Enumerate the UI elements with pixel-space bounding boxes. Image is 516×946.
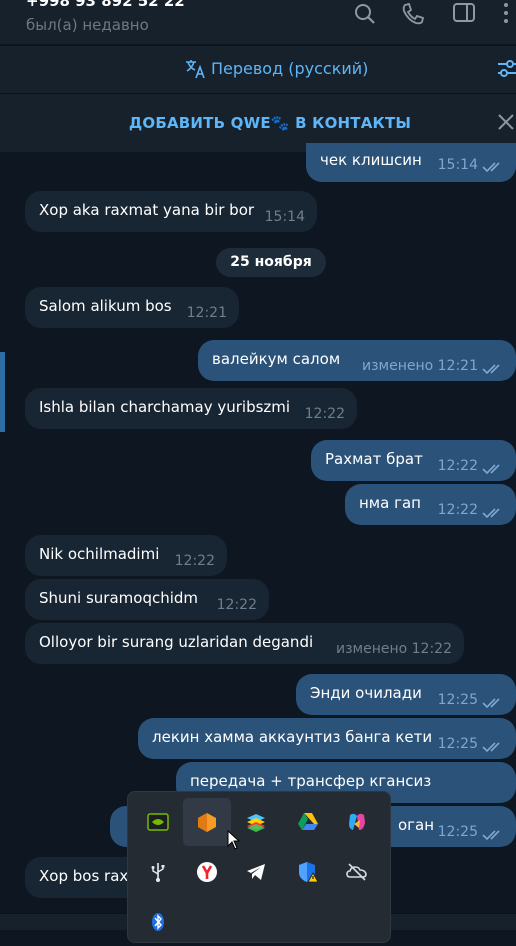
message-bubble[interactable]: Shuni suramoqchidm 12:22: [25, 579, 269, 620]
date-label: 25 ноября: [230, 254, 312, 270]
message-time: 15:14: [437, 157, 478, 173]
message-time: 15:14: [264, 209, 305, 225]
message-time: изменено 12:22: [336, 641, 452, 657]
google-drive-icon[interactable]: [284, 798, 332, 846]
double-check-icon: [482, 364, 500, 375]
telegram-icon[interactable]: [232, 848, 280, 896]
message-time: изменено 12:21: [362, 358, 478, 374]
message-text: лекин хамма аккаунтиз банга кети: [152, 728, 433, 746]
message-text: нма гап: [359, 494, 421, 512]
message-bubble[interactable]: Nik ochilmadimi 12:22: [25, 535, 227, 576]
message-text: Salom alikum bos: [39, 297, 172, 315]
translate-label: Перевод (русский): [211, 59, 369, 78]
filter-icon[interactable]: [496, 58, 516, 80]
message-bubble[interactable]: нма гап 12:22: [345, 484, 516, 525]
message-time: 12:22: [174, 553, 215, 569]
message-time: 12:21: [186, 305, 227, 321]
system-tray-flyout: [127, 791, 391, 943]
message-bubble[interactable]: Olloyor bir surang uzlaridan degandi изм…: [25, 623, 464, 664]
chat-header: +998 93 892 52 22 был(а) недавно: [0, 0, 516, 44]
double-check-icon: [482, 830, 500, 841]
message-time: 12:25: [437, 824, 478, 840]
message-text: Xop bos rax: [39, 867, 129, 885]
translate-icon: [186, 60, 205, 79]
double-check-icon: [482, 508, 500, 519]
copilot-icon[interactable]: [333, 798, 381, 846]
message-text: Энди очилади: [310, 684, 422, 702]
message-text: Рахмат брат: [325, 450, 423, 468]
contact-status: был(а) недавно: [26, 16, 149, 34]
usb-icon[interactable]: [134, 848, 182, 896]
contact-phone[interactable]: +998 93 892 52 22: [26, 0, 185, 10]
mouse-cursor-icon: [227, 830, 241, 850]
message-text: оган: [398, 816, 435, 834]
scrollbar[interactable]: [0, 352, 5, 432]
onedrive-offline-icon[interactable]: [333, 848, 381, 896]
message-text: Xop aka raxmat yana bir bor: [39, 201, 255, 219]
message-text: передача + трансфер кгансиз: [190, 772, 432, 790]
message-bubble[interactable]: Salom alikum bos 12:21: [25, 287, 239, 328]
close-icon[interactable]: [497, 113, 515, 131]
message-time: 12:25: [437, 692, 478, 708]
message-text: Ishla bilan charchamay yuribszmi: [39, 398, 291, 416]
message-time: 12:22: [216, 597, 257, 613]
nvidia-icon[interactable]: [134, 798, 182, 846]
message-text: Olloyor bir surang uzlaridan degandi: [39, 633, 314, 651]
message-bubble[interactable]: Xop aka raxmat yana bir bor 15:14: [25, 191, 317, 232]
message-time: 12:22: [304, 406, 345, 422]
message-time: 12:22: [437, 502, 478, 518]
message-text: чек клишсин: [320, 151, 422, 169]
phone-icon[interactable]: [398, 0, 428, 28]
double-check-icon: [482, 162, 500, 173]
bluetooth-icon[interactable]: [134, 898, 182, 946]
add-contact-button[interactable]: ДОБАВИТЬ QWE🐾 В КОНТАКТЫ: [0, 114, 516, 132]
message-bubble[interactable]: лекин хамма аккаунтиз банга кети 12:25: [138, 718, 516, 759]
message-bubble[interactable]: Ishla bilan charchamay yuribszmi 12:22: [25, 388, 357, 429]
message-text: Nik ochilmadimi: [39, 545, 160, 563]
message-time: 12:22: [437, 458, 478, 474]
search-icon[interactable]: [350, 0, 380, 28]
yandex-browser-icon[interactable]: [183, 848, 231, 896]
message-bubble[interactable]: валейкум салом изменено 12:21: [198, 340, 516, 381]
message-text: Shuni suramoqchidm: [39, 589, 199, 607]
sidebar-toggle-icon[interactable]: [449, 0, 479, 28]
double-check-icon: [482, 698, 500, 709]
message-bubble[interactable]: Рахмат брат 12:22: [311, 440, 516, 481]
double-check-icon: [482, 464, 500, 475]
date-separator: 25 ноября: [216, 248, 326, 277]
message-text: валейкум салом: [212, 350, 341, 368]
more-icon[interactable]: [494, 0, 516, 28]
message-bubble[interactable]: чек клишсин 15:14: [306, 143, 516, 182]
translate-bar[interactable]: Перевод (русский): [0, 45, 516, 93]
message-time: 12:25: [437, 736, 478, 752]
double-check-icon: [482, 742, 500, 753]
mullvad-fox-icon[interactable]: [183, 798, 231, 846]
windows-security-icon[interactable]: [284, 848, 332, 896]
message-bubble[interactable]: Энди очилади 12:25: [296, 674, 516, 715]
